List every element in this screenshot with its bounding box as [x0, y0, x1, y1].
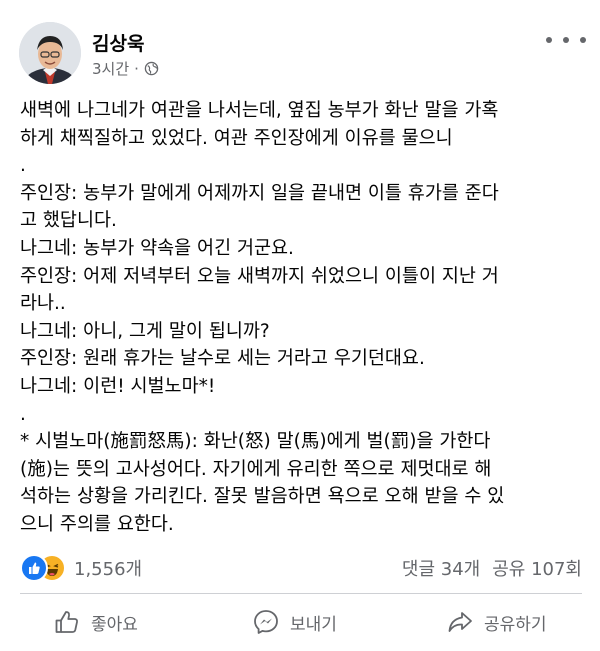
- send-label: 보내기: [290, 614, 337, 635]
- divider: [20, 593, 582, 594]
- post-line: 으니 주의를 요한다.: [20, 513, 174, 535]
- send-button[interactable]: 보내기: [252, 598, 337, 646]
- more-dot: [546, 37, 552, 43]
- post-line: .: [20, 403, 26, 425]
- engagement-stats: 댓글 34개 공유 107회: [402, 555, 582, 581]
- comment-count[interactable]: 댓글 34개: [402, 559, 480, 580]
- post-time[interactable]: 3시간: [92, 58, 129, 79]
- reactions-bar: 1,556개 댓글 34개 공유 107회: [20, 553, 582, 583]
- post-line: 주인장: 원래 휴가는 날수로 세는 거라고 우기던대요.: [20, 348, 425, 370]
- messenger-icon: [254, 610, 278, 634]
- more-icon[interactable]: [546, 32, 586, 48]
- share-label: 공유하기: [484, 614, 547, 635]
- like-label: 좋아요: [91, 614, 138, 635]
- post-line: 주인장: 어제 저녁부터 오늘 새벽까지 쉬었으니 이틀이 지난 거: [20, 265, 499, 287]
- post-line: 라나..: [20, 293, 66, 315]
- post-line: 나그네: 농부가 약속을 어긴 거군요.: [20, 237, 294, 259]
- avatar[interactable]: [19, 22, 81, 84]
- avatar-image: [19, 22, 81, 84]
- like-button[interactable]: 좋아요: [53, 598, 138, 646]
- post-line: 새벽에 나그네가 여관을 나서는데, 옆집 농부가 화난 말을 가혹: [20, 100, 499, 121]
- post-line: .: [20, 155, 26, 177]
- post-line: 석하는 상황을 가리킨다. 잘못 발음하면 욕으로 오해 받을 수 있: [20, 486, 505, 508]
- reaction-icons[interactable]: [20, 554, 68, 582]
- meta-separator: ·: [134, 59, 139, 78]
- post-line: 주인장: 농부가 말에게 어제까지 일을 끝내면 이틀 휴가를 준다: [20, 182, 499, 204]
- action-bar: 좋아요 보내기 공유하기: [0, 598, 600, 648]
- post-meta: 3시간 ·: [92, 58, 159, 79]
- author-name[interactable]: 김상욱: [92, 29, 144, 56]
- more-dot: [580, 37, 586, 43]
- more-dot: [563, 37, 569, 43]
- post-line: 나그네: 아니, 그게 말이 됩니까?: [20, 320, 270, 342]
- share-button[interactable]: 공유하기: [446, 598, 547, 646]
- reaction-count[interactable]: 1,556개: [74, 555, 142, 581]
- share-count[interactable]: 공유 107회: [492, 559, 582, 580]
- post-line: 고 했답니다.: [20, 210, 117, 232]
- share-icon: [448, 612, 472, 632]
- post-header: 김상욱 3시간 ·: [0, 0, 600, 92]
- post-line: (施)는 뜻의 고사성어다. 자기에게 유리한 쪽으로 제멋대로 해: [20, 458, 492, 480]
- post-line: 나그네: 이런! 시벌노마*!: [20, 375, 216, 397]
- thumbs-up-icon: [55, 611, 78, 633]
- post-body: 새벽에 나그네가 여관을 나서는데, 옆집 농부가 화난 말을 가혹 하게 채찍…: [20, 97, 592, 539]
- post-line: * 시벌노마(施罰怒馬): 화난(怒) 말(馬)에게 벌(罰)을 가한다: [20, 431, 491, 453]
- globe-icon[interactable]: [144, 61, 159, 76]
- like-reaction-icon: [20, 554, 48, 582]
- post-line: 하게 채찍질하고 있었다. 여관 주인장에게 이유를 물으니: [20, 127, 453, 149]
- facebook-post: 김상욱 3시간 · 새벽에 나그네가 여관을 나서는데, 옆집 농부가 화난 말…: [0, 0, 600, 651]
